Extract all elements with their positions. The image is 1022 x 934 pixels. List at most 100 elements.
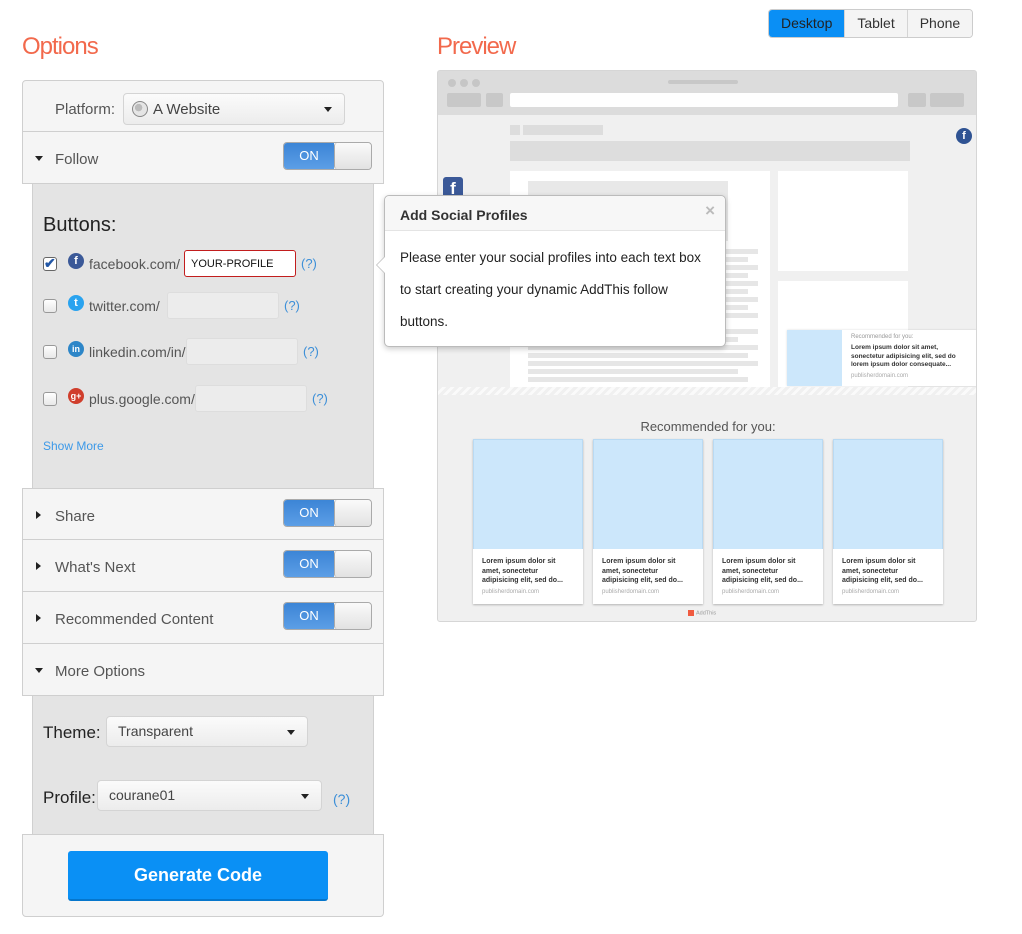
section-label: Share	[55, 508, 96, 525]
placeholder-block	[523, 125, 603, 135]
toast-kicker: Recommended for you:	[851, 334, 914, 340]
addthis-label: AddThis	[696, 610, 717, 617]
service-row-google-plus: g+ plus.google.com/ (?)	[43, 384, 363, 414]
recommended-section: Recommended for you: Lorem ipsum dolor s…	[438, 395, 976, 621]
card-title: Lorem ipsum dolor sit amet, sonectetur a…	[842, 558, 923, 584]
expand-arrow-icon	[35, 156, 43, 161]
globe-icon	[132, 101, 148, 117]
follow-toggle[interactable]: ON	[283, 142, 372, 170]
google-plus-icon: g+	[68, 388, 84, 404]
theme-label: Theme:	[43, 723, 101, 742]
platform-label: Platform:	[55, 101, 116, 118]
close-icon[interactable]: ×	[705, 201, 715, 221]
google-plus-profile-input[interactable]	[195, 385, 307, 412]
share-toggle[interactable]: ON	[283, 499, 372, 527]
section-label: What's Next	[55, 559, 136, 576]
placeholder-line	[528, 377, 748, 382]
twitter-profile-input[interactable]	[167, 292, 279, 319]
caret-down-icon	[324, 107, 332, 112]
tab-tablet[interactable]: Tablet	[844, 10, 907, 37]
card-title: Lorem ipsum dolor sit amet, sonectetur a…	[722, 558, 803, 584]
generate-code-button[interactable]: Generate Code	[68, 851, 328, 901]
platform-row: Platform: A Website	[22, 80, 384, 132]
theme-select[interactable]: Transparent	[106, 716, 308, 747]
placeholder-line	[528, 353, 748, 358]
show-more-link[interactable]: Show More	[43, 439, 104, 453]
twitter-checkbox[interactable]	[43, 299, 57, 313]
card-domain: publisherdomain.com	[602, 588, 660, 595]
facebook-help-link[interactable]: (?)	[301, 256, 317, 271]
caret-down-icon	[301, 793, 309, 799]
preview-heading: Preview	[437, 33, 516, 60]
toast-domain: publisherdomain.com	[851, 373, 909, 379]
twitter-help-link[interactable]: (?)	[284, 298, 300, 313]
twitter-label: twitter.com/	[89, 298, 160, 314]
add-social-profiles-popover: Add Social Profiles × Please enter your …	[376, 195, 726, 347]
page-divider	[438, 387, 976, 395]
section-more-options[interactable]: More Options	[22, 644, 384, 696]
placeholder-line	[528, 369, 738, 374]
whats-next-toggle[interactable]: ON	[283, 550, 372, 578]
profile-label: Profile:	[43, 788, 96, 807]
facebook-profile-input[interactable]	[184, 250, 296, 277]
options-heading: Options	[22, 33, 99, 60]
profile-select[interactable]: courane01	[97, 780, 322, 811]
buttons-title: Buttons:	[43, 214, 117, 236]
browser-nav-placeholder	[447, 93, 481, 107]
profile-value: courane01	[109, 787, 176, 803]
toggle-knob	[334, 500, 371, 526]
theme-value: Transparent	[118, 723, 193, 739]
popover-title: Add Social Profiles	[400, 207, 528, 223]
section-label: Follow	[55, 151, 99, 168]
collapse-arrow-icon	[36, 614, 41, 622]
linkedin-help-link[interactable]: (?)	[303, 344, 319, 359]
tab-desktop[interactable]: Desktop	[769, 10, 845, 37]
linkedin-label: linkedin.com/in/	[89, 344, 186, 360]
popover-body: Please enter your social profiles into e…	[400, 250, 701, 329]
facebook-follow-icon: f	[956, 128, 972, 144]
placeholder-block	[510, 125, 520, 135]
linkedin-profile-input[interactable]	[186, 338, 298, 365]
section-share[interactable]: Share ON	[22, 488, 384, 540]
service-row-linkedin: in linkedin.com/in/ (?)	[43, 337, 363, 367]
section-whats-next[interactable]: What's Next ON	[22, 540, 384, 592]
google-plus-label: plus.google.com/	[89, 391, 195, 407]
card-thumbnail	[593, 439, 703, 549]
section-recommended-content[interactable]: Recommended Content ON	[22, 592, 384, 644]
linkedin-checkbox[interactable]	[43, 345, 57, 359]
placeholder-sidebar	[778, 171, 908, 271]
card-thumbnail	[473, 439, 583, 549]
platform-select[interactable]: A Website	[123, 93, 345, 125]
tab-phone[interactable]: Phone	[906, 10, 973, 37]
section-follow[interactable]: Follow ON	[22, 132, 384, 184]
facebook-icon: f	[68, 253, 84, 269]
recommended-card: Lorem ipsum dolor sit amet, sonectetur a…	[593, 439, 703, 604]
toggle-on-label: ON	[284, 603, 334, 629]
platform-value: A Website	[153, 101, 221, 118]
twitter-icon: t	[68, 295, 84, 311]
recommended-content-toggle[interactable]: ON	[283, 602, 372, 630]
recommended-card: Lorem ipsum dolor sit amet, sonectetur a…	[833, 439, 943, 604]
placeholder-block	[510, 141, 910, 161]
toggle-on-label: ON	[284, 500, 334, 526]
collapse-arrow-icon	[36, 562, 41, 570]
card-title: Lorem ipsum dolor sit amet, sonectetur a…	[482, 558, 563, 584]
profile-help-link[interactable]: (?)	[333, 791, 350, 807]
addthis-brand: AddThis	[688, 610, 716, 616]
expand-arrow-icon	[35, 668, 43, 673]
browser-btn-placeholder	[908, 93, 926, 107]
follow-content: Buttons: f facebook.com/ (?) t twitter.c…	[32, 184, 374, 488]
recommended-toast: Recommended for you: Lorem ipsum dolor s…	[787, 330, 976, 386]
recommended-card: Lorem ipsum dolor sit amet, sonectetur a…	[473, 439, 583, 604]
popover-header: Add Social Profiles ×	[385, 196, 725, 231]
toggle-on-label: ON	[284, 551, 334, 577]
card-domain: publisherdomain.com	[842, 588, 900, 595]
collapse-arrow-icon	[36, 511, 41, 519]
toggle-knob	[334, 143, 371, 169]
card-title: Lorem ipsum dolor sit amet, sonectetur a…	[602, 558, 683, 584]
google-plus-checkbox[interactable]	[43, 392, 57, 406]
google-plus-help-link[interactable]: (?)	[312, 391, 328, 406]
card-thumbnail	[713, 439, 823, 549]
facebook-label: facebook.com/	[89, 256, 181, 272]
facebook-checkbox[interactable]	[43, 255, 57, 272]
